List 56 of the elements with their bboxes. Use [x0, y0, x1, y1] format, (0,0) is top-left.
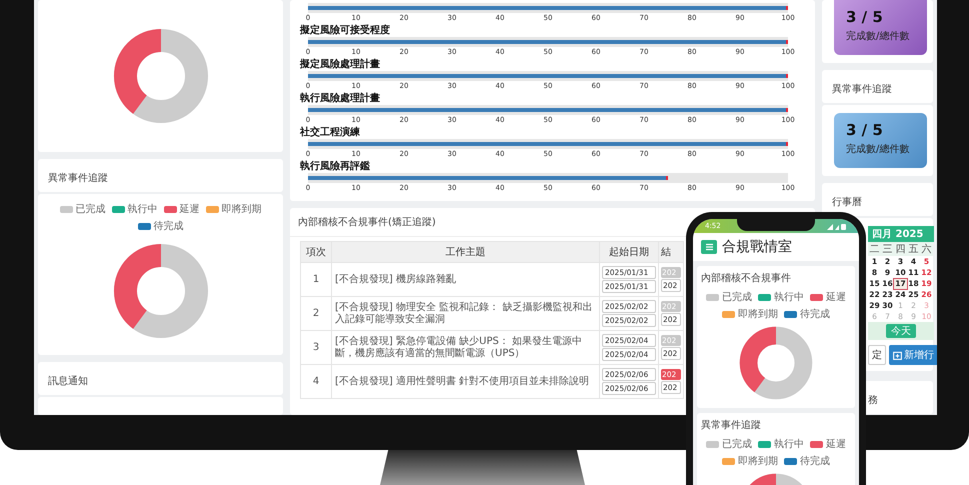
- weekday-label: 三: [881, 242, 894, 256]
- progress-title: 執行風險處理計畫: [300, 93, 381, 105]
- stat-value: 3 / 5: [846, 121, 884, 139]
- legend-label: 已完成: [722, 290, 752, 304]
- legend-label: 待完成: [800, 308, 830, 321]
- app-title: 合規戰情室: [722, 238, 792, 256]
- weekday-label: 五: [907, 242, 920, 256]
- legend-label: 執行中: [128, 202, 158, 216]
- table-cell: 4: [300, 364, 332, 398]
- signal-battery-icon: [825, 222, 847, 230]
- calendar-month: 四月 2025: [868, 226, 934, 242]
- card-title: 行事曆: [832, 197, 862, 208]
- card-title: 異常事件追蹤: [832, 84, 892, 95]
- legend-label: 執行中: [774, 290, 804, 304]
- progress-title: 擬定風險處理計畫: [300, 59, 381, 71]
- card-title: 訊息通知: [48, 376, 88, 387]
- weekday-label: 四: [894, 242, 907, 256]
- weekday-label: 二: [868, 242, 881, 256]
- settings-button[interactable]: 定: [868, 345, 886, 365]
- stat-caption: 完成數/總件數: [846, 30, 910, 43]
- card-title: 內部稽核不合規事件: [701, 272, 791, 285]
- menu-icon: [704, 243, 714, 251]
- legend-label: 延遲: [180, 203, 200, 216]
- column-header: 起始日期: [600, 242, 658, 262]
- legend-label: 待完成: [154, 220, 184, 233]
- menu-button[interactable]: [701, 240, 717, 254]
- card-title: 務: [868, 395, 878, 406]
- legend-label: 待完成: [800, 454, 830, 468]
- legend-label: 即將到期: [222, 202, 262, 216]
- stat-caption: 完成數/總件數: [846, 142, 910, 156]
- table-cell: [不合規發現] 緊急停電設備 缺少UPS： 如果發生電源中斷，機房應該有適當的無間斷電源（UPS）: [332, 330, 600, 364]
- table-cell: [不合規發現] 物理安全 監視和記錄： 缺乏攝影機監視和出入記錄可能導致安全漏洞: [332, 296, 600, 330]
- add-event-button[interactable]: 新增行: [889, 345, 937, 365]
- table-cell: [不合規發現] 適用性聲明書 針對不使用項目並未排除說明: [332, 364, 600, 398]
- legend-label: 已完成: [722, 438, 752, 451]
- table-cell: 1: [300, 262, 332, 296]
- legend-label: 即將到期: [738, 454, 778, 468]
- table-cell: [不合規發現] 機房線路雜亂: [332, 262, 600, 296]
- weekday-label: 六: [920, 242, 933, 256]
- calendar-plus-icon: [893, 350, 902, 360]
- column-header: 工作主題: [332, 242, 600, 262]
- table-cell: 2: [300, 296, 332, 330]
- progress-title: 執行風險再評鑑: [300, 161, 371, 173]
- progress-title: 擬定風險可接受程度: [300, 25, 391, 37]
- progress-title: 社交工程演練: [300, 127, 361, 139]
- stat-value: 3 / 5: [846, 8, 884, 26]
- legend-label: 延遲: [826, 438, 846, 451]
- legend-label: 即將到期: [738, 308, 778, 321]
- legend-label: 延遲: [826, 291, 846, 304]
- card-title: 異常事件追蹤: [701, 418, 761, 432]
- card-title: 異常事件追蹤: [48, 173, 108, 184]
- table-cell: 3: [300, 330, 332, 364]
- column-header: 結: [658, 242, 684, 262]
- legend-label: 已完成: [76, 202, 106, 216]
- legend-label: 執行中: [774, 438, 804, 451]
- column-header: 項次: [300, 242, 332, 262]
